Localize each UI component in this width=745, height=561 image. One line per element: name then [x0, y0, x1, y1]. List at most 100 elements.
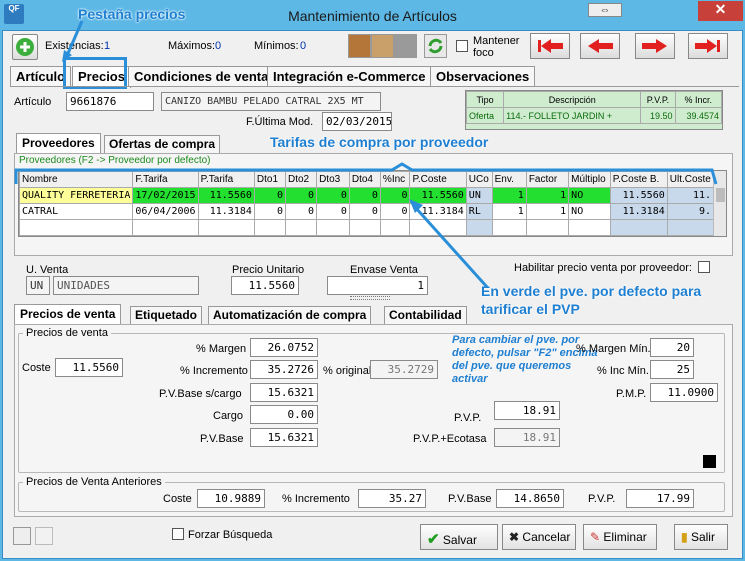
- u-venta-code-field[interactable]: UN: [26, 276, 50, 295]
- offer-row[interactable]: Oferta 114.- FOLLETO JARDIN + 19.50 39.4…: [466, 107, 722, 124]
- grid-cell: 11.5560: [609, 187, 668, 204]
- table-row[interactable]: CATRAL 06/04/2006 11.3184 0 0 0 0 0 11.3…: [19, 203, 715, 220]
- annotation-arrow-icon: [62, 20, 84, 62]
- u-venta-desc-field[interactable]: UNIDADES: [53, 276, 199, 295]
- next-record-button[interactable]: [635, 33, 675, 59]
- grid-cell: 0: [348, 203, 381, 220]
- salvar-button[interactable]: ✔ Salvar: [420, 524, 498, 550]
- eraser-icon: ✎: [590, 530, 601, 544]
- articles-icon[interactable]: [348, 34, 371, 58]
- pmp-label: P.M.P.: [616, 388, 647, 400]
- incremento-field[interactable]: 35.2726: [250, 360, 318, 379]
- annotation-tarifas: Tarifas de compra por proveedor: [270, 134, 489, 150]
- salvar-label: Salvar: [442, 533, 477, 547]
- pvbase-sc-field[interactable]: 15.6321: [250, 383, 318, 402]
- grid-cell: CATRAL: [19, 203, 134, 220]
- tab-integracion-ecommerce[interactable]: Integración e-Commerce: [267, 66, 432, 86]
- cargo-field[interactable]: 0.00: [250, 405, 318, 424]
- boxes-icon[interactable]: [371, 34, 394, 58]
- precio-unitario-field[interactable]: 11.5560: [231, 276, 299, 295]
- tab-proveedores[interactable]: Proveedores: [16, 133, 101, 153]
- grid-cell: 0: [253, 203, 286, 220]
- table-row[interactable]: [19, 219, 715, 236]
- grid-cell: 0: [284, 187, 318, 204]
- grid-cell: 1: [491, 203, 527, 220]
- margen-min-label: % Margen Mín.: [576, 343, 651, 355]
- maximos-label: Máximos:: [168, 40, 216, 52]
- grid-cell: 0: [348, 187, 381, 204]
- eliminar-button[interactable]: ✎ Eliminar: [583, 524, 657, 550]
- print-icon[interactable]: [394, 34, 417, 58]
- first-record-button[interactable]: [530, 33, 570, 59]
- minimos-label: Mínimos:: [254, 40, 299, 52]
- articulo-code-field[interactable]: 9661876: [66, 92, 154, 111]
- tab-observaciones[interactable]: Observaciones: [430, 66, 536, 86]
- habilitar-checkbox[interactable]: [698, 261, 710, 274]
- tab-precios-venta[interactable]: Precios de venta: [14, 304, 122, 324]
- offer-table: Tipo Descripción P.V.P. % Incr. Oferta 1…: [465, 90, 723, 130]
- tab-condiciones-venta[interactable]: Condiciones de venta: [128, 66, 275, 86]
- last-record-button[interactable]: [688, 33, 728, 59]
- tab-etiquetado[interactable]: Etiquetado: [130, 306, 202, 324]
- inc-min-field[interactable]: 25: [650, 360, 694, 379]
- margen-field[interactable]: 26.0752: [250, 338, 318, 357]
- first-arrow-icon: [538, 39, 563, 53]
- pvp-field[interactable]: 18.91: [494, 401, 560, 420]
- scrollbar-thumb[interactable]: [716, 188, 725, 202]
- mantener-foco-checkbox[interactable]: [456, 40, 468, 53]
- ultima-mod-label: F.Última Mod.: [246, 116, 314, 128]
- grid-cell: 0: [316, 203, 350, 220]
- salir-button[interactable]: ▮ Salir: [674, 524, 728, 550]
- grid-cell: 0: [284, 203, 318, 220]
- tab-articulo[interactable]: Artículo: [10, 66, 72, 86]
- grid-cell: 0: [253, 187, 286, 204]
- left-arrow-icon: [588, 39, 613, 53]
- habilitar-label: Habilitar precio venta por proveedor:: [514, 262, 692, 274]
- refresh-icon[interactable]: [424, 34, 447, 58]
- grid-cell: 17/02/2015: [132, 187, 199, 204]
- add-button[interactable]: [12, 34, 38, 60]
- ant-incremento-field[interactable]: 35.27: [358, 489, 426, 508]
- tab-ofertas-compra[interactable]: Ofertas de compra: [104, 135, 221, 153]
- grid-cell: 11.5560: [197, 187, 255, 204]
- color-swatch[interactable]: [703, 455, 716, 468]
- cancelar-button[interactable]: ✖ Cancelar: [502, 524, 576, 550]
- forzar-busqueda-label: Forzar Búsqueda: [188, 529, 273, 541]
- offer-header-tipo: Tipo: [466, 91, 505, 108]
- ultima-mod-field[interactable]: 02/03/2015: [322, 112, 392, 131]
- tab-automatizacion-compra[interactable]: Automatización de compra: [208, 306, 372, 324]
- grid-cell: 11.: [666, 187, 715, 204]
- annotation-arrow-icon: [409, 199, 489, 289]
- articulo-description-field[interactable]: CANIZO BAMBU PELADO CATRAL 2X5 MT: [161, 92, 381, 111]
- ant-pvbase-field[interactable]: 14.8650: [496, 489, 564, 508]
- pvbase-field[interactable]: 15.6321: [250, 428, 318, 447]
- ant-coste-field[interactable]: 10.9889: [197, 489, 265, 508]
- splitter-handle[interactable]: [350, 296, 390, 300]
- pvp-ecotasa-field[interactable]: 18.91: [494, 428, 560, 447]
- pmp-field[interactable]: 11.0900: [650, 383, 718, 402]
- grid-cell: 9.: [666, 203, 715, 220]
- ant-pvp-field[interactable]: 17.99: [626, 489, 694, 508]
- margen-min-field[interactable]: 20: [650, 338, 694, 357]
- table-row[interactable]: QUALITY FERRETERIA 17/02/2015 11.5560 0 …: [19, 187, 715, 204]
- offer-header-descripcion: Descripción: [503, 91, 642, 108]
- coste-field[interactable]: 11.5560: [55, 358, 123, 377]
- close-button[interactable]: ✕: [698, 1, 743, 21]
- mantener-foco-label: Mantener foco: [473, 35, 520, 59]
- restore-button[interactable]: ⇔: [588, 3, 622, 17]
- original-field[interactable]: 35.2729: [370, 360, 438, 379]
- copy-icon[interactable]: [13, 527, 31, 545]
- last-arrow-icon: [695, 39, 720, 53]
- incremento-label: % Incremento: [180, 365, 248, 377]
- forzar-busqueda-checkbox[interactable]: [172, 528, 184, 541]
- pvp-label: P.V.P.: [454, 412, 482, 424]
- anteriores-group-title: Precios de Venta Anteriores: [23, 476, 165, 488]
- original-label: % original: [323, 365, 372, 377]
- paste-icon[interactable]: [35, 527, 53, 545]
- u-venta-label: U. Venta: [26, 264, 69, 276]
- tab-contabilidad[interactable]: Contabilidad: [384, 306, 467, 324]
- annotation-verde-1: En verde el pve. por defecto para: [481, 283, 702, 299]
- offer-header-pvp: P.V.P.: [640, 91, 676, 108]
- inc-min-label: % Inc Mín.: [597, 365, 649, 377]
- previous-record-button[interactable]: [580, 33, 620, 59]
